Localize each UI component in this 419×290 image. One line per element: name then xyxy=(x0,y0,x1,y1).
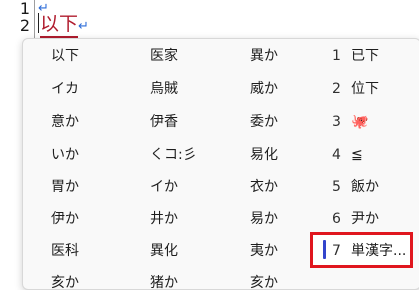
line-number-gutter: 1 2 xyxy=(0,0,35,40)
octopus-emoji-icon[interactable]: 🐙 xyxy=(351,112,368,132)
candidate-item[interactable]: 異化 xyxy=(150,241,178,261)
candidate-item[interactable]: 医家 xyxy=(150,46,178,66)
candidate-number: 4 xyxy=(332,147,341,163)
candidate-item[interactable]: イカ xyxy=(51,79,79,99)
candidate-item[interactable]: 以下 xyxy=(51,46,79,66)
candidate-item[interactable]: ≦ xyxy=(351,145,363,165)
candidate-number: 5 xyxy=(332,179,341,195)
candidate-item[interactable]: いか xyxy=(51,145,79,165)
candidate-number: 2 xyxy=(332,81,341,97)
candidate-item[interactable]: 已下 xyxy=(351,46,379,66)
candidate-number: 3 xyxy=(332,114,341,130)
candidate-item[interactable]: 飯か xyxy=(351,177,379,197)
candidate-item[interactable]: 威か xyxy=(250,79,278,99)
candidate-item[interactable]: 委か xyxy=(250,112,278,132)
single-kanji-candidate[interactable]: 単漢字... xyxy=(351,241,406,261)
editor-line-2[interactable]: 以下↵ xyxy=(38,13,89,38)
candidate-item[interactable]: 烏賊 xyxy=(150,79,178,99)
candidate-item[interactable]: 伊か xyxy=(51,209,79,229)
ime-candidate-window[interactable]: 以下 イカ 意か いか 胃か 伊か 医科 亥か 医家 烏賊 伊香 くコ:彡 イか… xyxy=(22,38,419,290)
candidate-number: 7 xyxy=(332,243,341,259)
line-number-2: 2 xyxy=(19,16,30,35)
candidate-number: 1 xyxy=(332,48,341,64)
selection-indicator-bar xyxy=(323,240,326,259)
candidate-item[interactable]: 位下 xyxy=(351,79,379,99)
return-mark-icon: ↵ xyxy=(78,19,89,34)
candidate-item[interactable]: 伊香 xyxy=(150,112,178,132)
candidate-item[interactable]: 夷か xyxy=(250,241,278,261)
text-caret xyxy=(38,13,39,33)
candidate-item[interactable]: 衣か xyxy=(250,177,278,197)
editor[interactable]: 1 2 ↵ 以下↵ xyxy=(0,0,419,40)
candidate-item[interactable]: 尹か xyxy=(351,209,379,229)
candidate-item[interactable]: 医科 xyxy=(51,241,79,261)
candidate-item[interactable]: 意か xyxy=(51,112,79,132)
candidate-item[interactable]: 井か xyxy=(150,209,178,229)
candidate-item[interactable]: 胃か xyxy=(51,177,79,197)
candidate-item[interactable]: 異か xyxy=(250,46,278,66)
candidate-item[interactable]: 易か xyxy=(250,209,278,229)
candidate-item[interactable]: イか xyxy=(150,177,178,197)
ime-composition-text[interactable]: 以下 xyxy=(40,13,79,38)
candidate-item[interactable]: くコ:彡 xyxy=(150,145,197,165)
candidate-item[interactable]: 易化 xyxy=(250,145,278,165)
candidate-number: 6 xyxy=(332,211,341,227)
